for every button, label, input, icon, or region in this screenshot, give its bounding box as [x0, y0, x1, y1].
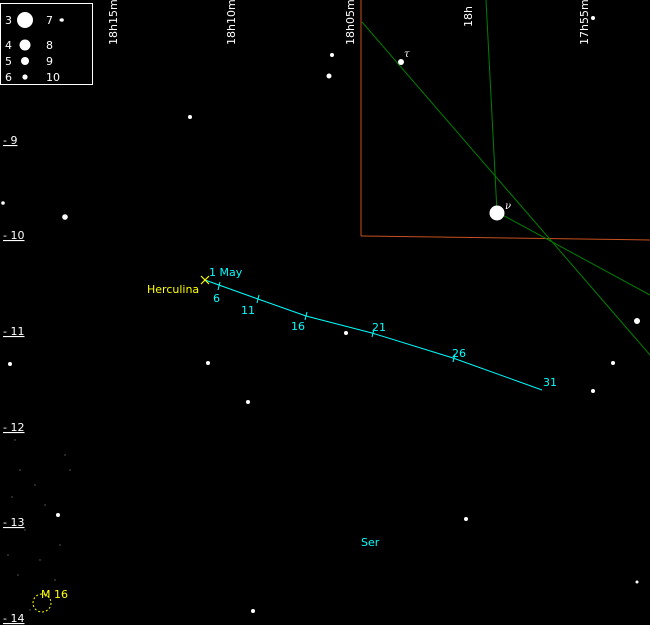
star [635, 580, 639, 584]
ra-label-18h05m: 18h05m [344, 0, 357, 45]
star [1, 201, 5, 205]
legend-dot-3 [17, 12, 33, 28]
star [251, 609, 255, 613]
legend-mag-7: 7 [46, 14, 53, 27]
star [59, 18, 63, 22]
ra-label-18h: 18h [462, 6, 475, 27]
date-label-11: 11 [241, 304, 255, 317]
star-label-nu: ν [505, 201, 511, 212]
legend-mag-3: 3 [5, 14, 12, 27]
dec-label-9: - 9 [3, 134, 17, 147]
star [591, 16, 595, 20]
asteroid-track: 1 May 6 11 16 21 26 31 Herculina [147, 266, 557, 391]
dec-axis-labels: - 9 - 10 - 11 - 12 - 13 - 14 [3, 134, 24, 625]
date-label-1-may: 1 May [209, 266, 243, 279]
legend-mag-9: 9 [46, 55, 53, 68]
legend-dot-4 [19, 39, 31, 51]
ra-axis-labels: 18h15m 18h10m 18h05m 18h 17h55m [107, 0, 591, 45]
dec-label-12: - 12 [3, 421, 24, 434]
date-label-31: 31 [543, 376, 557, 389]
star [464, 517, 468, 521]
legend-dot-5 [21, 57, 29, 65]
dec-label-11: - 11 [3, 325, 24, 338]
legend-mag-5: 5 [5, 55, 12, 68]
dec-label-10: - 10 [3, 229, 24, 242]
legend-mag-8: 8 [46, 39, 53, 52]
track-line [204, 279, 543, 391]
legend-mag-10: 10 [46, 71, 60, 84]
star [591, 389, 595, 393]
star [56, 513, 60, 517]
m16-label: M 16 [41, 588, 68, 601]
star-chart: 18h15m 18h10m 18h05m 18h 17h55m - 9 - 10… [0, 0, 650, 625]
ra-label-18h15m: 18h15m [107, 0, 120, 45]
asteroid-name: Herculina [147, 283, 199, 296]
star [489, 205, 505, 221]
tick-6 [217, 281, 221, 291]
asteroid-marker [200, 275, 210, 285]
star [188, 115, 192, 119]
date-label-16: 16 [291, 320, 305, 333]
legend-dot-6 [22, 74, 28, 80]
date-label-6: 6 [213, 292, 220, 305]
star [8, 362, 12, 366]
star [344, 331, 348, 335]
star [246, 400, 250, 404]
star [330, 53, 334, 57]
constellation-label: Ser [361, 536, 380, 549]
date-label-21: 21 [372, 321, 386, 334]
star [326, 73, 332, 79]
ra-label-17h55m: 17h55m [578, 0, 591, 45]
star-labels: τ ν [404, 49, 511, 212]
m16-nebula: M 16 [32, 588, 68, 613]
date-label-26: 26 [452, 347, 466, 360]
stars [1, 16, 640, 613]
dec-label-14: - 14 [3, 612, 24, 625]
star [62, 214, 68, 220]
legend-mag-6: 6 [5, 71, 12, 84]
magnitude-legend: 3 7 4 8 5 9 6 10 [0, 3, 93, 85]
star [206, 361, 210, 365]
star [611, 361, 615, 365]
star-label-tau: τ [404, 49, 410, 60]
ra-label-18h10m: 18h10m [225, 0, 238, 45]
dec-label-13: - 13 [3, 516, 24, 529]
star [634, 318, 640, 324]
legend-mag-4: 4 [5, 39, 12, 52]
